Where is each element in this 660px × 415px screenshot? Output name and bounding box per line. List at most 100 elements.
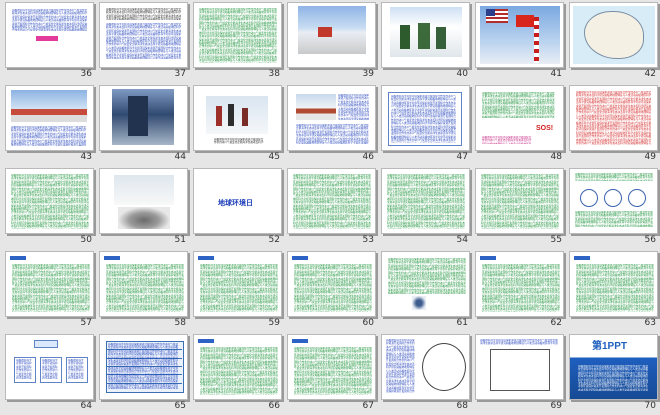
slide-number: 50 — [80, 235, 92, 245]
slide-thumbnail-cell[interactable]: 南极地区科学考察环境保护资源开发国际合作条约冰川气候变化企鹅海洋生态冰盖科学研究… — [378, 166, 472, 249]
person-figure — [216, 106, 222, 126]
slide-thumbnail[interactable]: 地球环境日 — [193, 168, 282, 234]
slide-number: 65 — [174, 401, 186, 411]
slide-thumbnail[interactable]: 南极地区科学考察环境保护资源开发国际合作条约冰川气候变化企鹅海洋生态冰盖科学研究… — [5, 168, 94, 234]
slide-thumbnail-cell[interactable]: 南极地区科学考察环境保护资源开发国际合作条约冰川气候变化企鹅海洋生态冰盖科学研究… — [566, 166, 660, 249]
slide-thumbnail-cell[interactable]: 南极地区科学考察环境保护资源开发国际合作条约冰川气候变化企鹅海洋生态冰盖科学研究… — [284, 332, 378, 415]
slide-thumbnail[interactable] — [381, 2, 470, 68]
slide-thumbnail[interactable]: 南极地区科学考察环境保护资源开发国际合作条约冰川气候变化企鹅海洋生态冰盖科学研究… — [287, 251, 376, 317]
title-tab — [480, 256, 496, 260]
slide-text-block: 南极地区科学考察环境保护资源开发国际合作条约冰川气候变化企鹅海洋生态冰盖科学研究… — [575, 173, 653, 181]
slide-thumbnail-cell[interactable]: 南极地区科学考察环境保护资源开发国际合作条约冰川气候变化企鹅海洋生态冰盖科学研究… — [472, 83, 566, 166]
slide-thumbnail[interactable]: 南极地区科学考察环境保护资源开发国际合作条约冰川气候变化企鹅海洋生态冰盖科学研究… — [193, 85, 282, 151]
slide-thumbnail-cell[interactable]: 南极地区科学考察环境保护资源开发国际合作条约冰川气候变化企鹅海洋生态冰盖科学研究… — [472, 166, 566, 249]
slide-thumbnail[interactable]: 南极地区科学考察环境保护资源开发国际合作条约冰川气候变化企鹅海洋生态冰盖科学研究… — [475, 251, 564, 317]
diagram-icon — [412, 296, 426, 310]
slide-number: 39 — [362, 69, 374, 79]
slide-number: 41 — [550, 69, 562, 79]
slide-text-block: 南极地区科学考察环境保护资源开发国际合作条约冰川气候变化企鹅海洋生态冰盖科学研究… — [578, 365, 649, 391]
slide-number: 63 — [644, 318, 656, 328]
slide-thumbnail[interactable] — [569, 2, 658, 68]
slide-thumbnail-cell[interactable]: 南极地区科学考察环境保护资源开发国际合作条约冰川气候变化企鹅海洋生态冰盖科学研究… — [190, 0, 284, 83]
slide-text-block: 南极地区科学考察环境保护资源开发国际合作条约冰川气候变化企鹅海洋生态冰盖科学研究… — [12, 9, 88, 31]
slide-thumbnail[interactable]: 南极地区科学考察环境保护资源开发国际合作条约冰川气候变化企鹅海洋生态冰盖科学研究… — [193, 334, 282, 400]
slide-thumbnail[interactable]: 南极地区科学考察环境保护资源开发国际合作条约冰川气候变化企鹅海洋生态冰盖科学研究… — [381, 168, 470, 234]
slide-thumbnail[interactable]: 南极地区科学考察环境保护资源开发国际合作条约冰川气候变化企鹅海洋生态冰盖科学研究… — [287, 85, 376, 151]
slide-thumbnail-cell[interactable]: 南极地区科学考察环境保护资源开发国际合作条约冰川气候变化企鹅海洋生态冰盖科学研究… — [2, 0, 96, 83]
slide-thumbnail[interactable]: 南极地区科学考察环境保护资源开发国际合作条约冰川气候变化企鹅海洋生态冰盖科学研究… — [193, 2, 282, 68]
slide-thumbnail[interactable] — [287, 2, 376, 68]
earth-day-title: 地球环境日 — [218, 200, 253, 207]
slide-thumbnail-cell[interactable]: 39 — [284, 0, 378, 83]
slide-thumbnail[interactable]: 南极地区科学考察环境保护资源开发国际合作条约冰川气候变化企鹅海洋生态冰盖科学研究… — [99, 251, 188, 317]
slide-thumbnail-cell[interactable]: 南极地区科学考察环境保护资源开发国际合作条约冰川气候变化企鹅海洋生态冰盖科学研究… — [190, 249, 284, 332]
slide-thumbnail-cell[interactable]: 南极地区科学考察环境保护资源开发国际合作条约冰川气候变化企鹅海洋生态冰盖科学研究… — [472, 332, 566, 415]
slide-thumbnail-cell[interactable]: 南极地区科学考察环境保护资源开发国际合作条约冰川气候变化企鹅海洋生态冰盖科学研究… — [96, 249, 190, 332]
slide-thumbnail[interactable]: 南极地区科学考察环境保护资源开发国际合作条约冰川气候变化企鹅海洋生态冰盖科学研究… — [381, 85, 470, 151]
title-tab — [198, 339, 214, 343]
slide-text-block: 南极地区科学考察环境保护资源开发国际合作条约冰川气候变化企鹅海洋生态冰盖科学研究… — [388, 258, 466, 294]
slide-text-block: 南极地区科学考察环境保护资源开发国际合作条约冰川气候变化企鹅海洋生态冰盖科学研究… — [200, 347, 278, 395]
slide-thumbnail[interactable]: 南极地区科学考察环境保护资源开发国际合作条约冰川气候变化企鹅海洋生态冰盖科学研究… — [287, 334, 376, 400]
slide-thumbnail-cell[interactable]: 41 — [472, 0, 566, 83]
slide-thumbnail-cell[interactable]: 南极地区科学考察环境保护资源开发国际合作条约冰川气候变化企鹅海洋生态冰盖科学研究… — [190, 83, 284, 166]
slide-thumbnail-cell[interactable]: 南极地区科学考察环境保护资源开发国际合作条约冰川气候变化企鹅海洋生态冰盖科学研究… — [2, 332, 96, 415]
slide-thumbnail-cell[interactable]: 42 — [566, 0, 660, 83]
slide-thumbnail-cell[interactable]: 南极地区科学考察环境保护资源开发国际合作条约冰川气候变化企鹅海洋生态冰盖科学研究… — [284, 83, 378, 166]
slide-thumbnail-cell[interactable]: 第1PPT 南极地区科学考察环境保护资源开发国际合作条约冰川气候变化企鹅海洋生态冰… — [566, 332, 660, 415]
slide-thumbnail[interactable] — [475, 2, 564, 68]
slide-thumbnail[interactable]: 南极地区科学考察环境保护资源开发国际合作条约冰川气候变化企鹅海洋生态冰盖科学研究… — [569, 251, 658, 317]
title-tab — [292, 339, 308, 343]
slide-number: 54 — [456, 235, 468, 245]
slide-thumbnail[interactable]: 南极地区科学考察环境保护资源开发国际合作条约冰川气候变化企鹅海洋生态冰盖科学研究… — [569, 168, 658, 234]
slide-number: 55 — [550, 235, 562, 245]
slide-thumbnail-cell[interactable]: 南极地区科学考察环境保护资源开发国际合作条约冰川气候变化企鹅海洋生态冰盖科学研究… — [566, 83, 660, 166]
slide-text-block: 南极地区科学考察环境保护资源开发国际合作条约冰川气候变化企鹅海洋生态冰盖科学研究… — [387, 174, 465, 229]
slide-thumbnail-cell[interactable]: 南极地区科学考察环境保护资源开发国际合作条约冰川气候变化企鹅海洋生态冰盖科学研究… — [2, 83, 96, 166]
pink-highlight-box — [36, 36, 58, 41]
slide-thumbnail[interactable]: 南极地区科学考察环境保护资源开发国际合作条约冰川气候变化企鹅海洋生态冰盖科学研究… — [475, 85, 564, 151]
slide-thumbnail-cell[interactable]: 南极地区科学考察环境保护资源开发国际合作条约冰川气候变化企鹅海洋生态冰盖科学研究… — [2, 249, 96, 332]
slide-thumbnail-cell[interactable]: 南极地区科学考察环境保护资源开发国际合作条约冰川气候变化企鹅海洋生态冰盖科学研究… — [284, 249, 378, 332]
person-figure — [228, 104, 234, 126]
slide-thumbnail-cell[interactable]: 南极地区科学考察环境保护资源开发国际合作条约冰川气候变化企鹅海洋生态冰盖科学研究… — [378, 332, 472, 415]
slide-thumbnail[interactable] — [99, 85, 188, 151]
slide-thumbnail[interactable]: 南极地区科学考察环境保护资源开发国际合作条约冰川气候变化企鹅海洋生态冰盖科学研究… — [193, 251, 282, 317]
slide-thumbnail-cell[interactable]: 南极地区科学考察环境保护资源开发国际合作条约冰川气候变化企鹅海洋生态冰盖科学研究… — [472, 249, 566, 332]
slide-text-block: 南极地区科学考察环境保护资源开发国际合作条约冰川气候变化企鹅海洋生态冰盖科学研究… — [575, 211, 653, 227]
slide-thumbnail-cell[interactable]: 44 — [96, 83, 190, 166]
slide-thumbnail-cell[interactable]: 南极地区科学考察环境保护资源开发国际合作条约冰川气候变化企鹅海洋生态冰盖科学研究… — [2, 166, 96, 249]
slide-thumbnail[interactable]: 南极地区科学考察环境保护资源开发国际合作条约冰川气候变化企鹅海洋生态冰盖科学研究… — [5, 85, 94, 151]
slide-thumbnail[interactable]: 南极地区科学考察环境保护资源开发国际合作条约冰川气候变化企鹅海洋生态冰盖科学研究… — [99, 334, 188, 400]
slide-thumbnail[interactable]: 南极地区科学考察环境保护资源开发国际合作条约冰川气候变化企鹅海洋生态冰盖科学研究… — [287, 168, 376, 234]
slide-number: 44 — [174, 152, 186, 162]
slide-thumbnail[interactable]: 南极地区科学考察环境保护资源开发国际合作条约冰川气候变化企鹅海洋生态冰盖科学研究… — [5, 2, 94, 68]
slide-thumbnail[interactable]: 南极地区科学考察环境保护资源开发国际合作条约冰川气候变化企鹅海洋生态冰盖科学研究… — [5, 334, 94, 400]
slide-thumbnail[interactable]: 南极地区科学考察环境保护资源开发国际合作条约冰川气候变化企鹅海洋生态冰盖科学研究… — [381, 251, 470, 317]
slide-text-block: 南极地区科学考察环境保护资源开发国际合作条约冰川气候变化企鹅海洋生态冰盖科学研究… — [386, 339, 415, 393]
slide-thumbnail[interactable]: 南极地区科学考察环境保护资源开发国际合作条约冰川气候变化企鹅海洋生态冰盖科学研究… — [475, 334, 564, 400]
slide-thumbnail-cell[interactable]: 南极地区科学考察环境保护资源开发国际合作条约冰川气候变化企鹅海洋生态冰盖科学研究… — [96, 0, 190, 83]
slide-thumbnail-cell[interactable]: 40 — [378, 0, 472, 83]
title-tab — [104, 256, 120, 260]
slide-thumbnail-cell[interactable]: 51 — [96, 166, 190, 249]
slide-thumbnail-cell[interactable]: 南极地区科学考察环境保护资源开发国际合作条约冰川气候变化企鹅海洋生态冰盖科学研究… — [566, 249, 660, 332]
slide-photo — [296, 94, 336, 120]
slide-number: 37 — [174, 69, 186, 79]
slide-thumbnail[interactable]: 南极地区科学考察环境保护资源开发国际合作条约冰川气候变化企鹅海洋生态冰盖科学研究… — [99, 2, 188, 68]
slide-thumbnail[interactable]: 南极地区科学考察环境保护资源开发国际合作条约冰川气候变化企鹅海洋生态冰盖科学研究… — [381, 334, 470, 400]
slide-thumbnail-cell[interactable]: 南极地区科学考察环境保护资源开发国际合作条约冰川气候变化企鹅海洋生态冰盖科学研究… — [190, 332, 284, 415]
slide-thumbnail-cell[interactable]: 南极地区科学考察环境保护资源开发国际合作条约冰川气候变化企鹅海洋生态冰盖科学研究… — [378, 83, 472, 166]
slide-thumbnail-cell[interactable]: 地球环境日 52 — [190, 166, 284, 249]
slide-thumbnail[interactable]: 第1PPT 南极地区科学考察环境保护资源开发国际合作条约冰川气候变化企鹅海洋生态冰… — [569, 334, 658, 400]
slide-text-block: 南极地区科学考察环境保护资源开发国际合作条约冰川气候变化企鹅海洋生态冰盖科学研究… — [16, 359, 32, 379]
slide-thumbnail-cell[interactable]: 南极地区科学考察环境保护资源开发国际合作条约冰川气候变化企鹅海洋生态冰盖科学研究… — [284, 166, 378, 249]
slide-thumbnail-cell[interactable]: 南极地区科学考察环境保护资源开发国际合作条约冰川气候变化企鹅海洋生态冰盖科学研究… — [378, 249, 472, 332]
slide-thumbnail[interactable]: 南极地区科学考察环境保护资源开发国际合作条约冰川气候变化企鹅海洋生态冰盖科学研究… — [475, 168, 564, 234]
seal-photo — [118, 207, 170, 229]
slide-thumbnail[interactable]: 南极地区科学考察环境保护资源开发国际合作条约冰川气候变化企鹅海洋生态冰盖科学研究… — [569, 85, 658, 151]
slide-thumbnail[interactable] — [99, 168, 188, 234]
slide-thumbnail-cell[interactable]: 南极地区科学考察环境保护资源开发国际合作条约冰川气候变化企鹅海洋生态冰盖科学研究… — [96, 332, 190, 415]
slide-text-block: 南极地区科学考察环境保护资源开发国际合作条约冰川气候变化企鹅海洋生态冰盖科学研究… — [294, 264, 372, 312]
slide-thumbnail[interactable]: 南极地区科学考察环境保护资源开发国际合作条约冰川气候变化企鹅海洋生态冰盖科学研究… — [5, 251, 94, 317]
